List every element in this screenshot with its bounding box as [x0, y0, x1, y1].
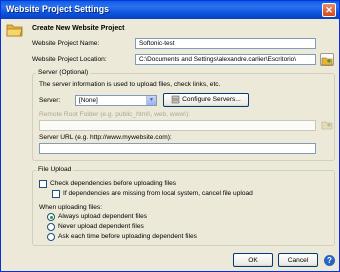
radio-never-label: Never upload dependent files — [58, 223, 144, 230]
server-group-label: Server (Optional) — [36, 69, 91, 76]
header-title: Create New Website Project — [32, 25, 125, 32]
help-icon[interactable]: ? — [324, 255, 335, 266]
configure-servers-button[interactable]: Configure Servers... — [163, 93, 249, 107]
radio-ask-label: Ask each time before uploading dependent… — [58, 233, 197, 240]
project-name-field[interactable]: Softonic-test — [135, 38, 316, 49]
title-bar[interactable]: Website Project Settings ✕ — [1, 1, 339, 19]
server-url-field[interactable] — [39, 143, 316, 154]
radio-ask-each-time[interactable] — [47, 233, 55, 241]
ok-button[interactable]: OK — [233, 253, 273, 267]
radio-never-upload[interactable] — [47, 223, 55, 231]
folder-icon — [6, 24, 23, 37]
browse-remote-button[interactable] — [320, 119, 334, 132]
remote-root-label: Remote Root Folder (e.g. public_html\, w… — [39, 111, 190, 118]
radio-always-label: Always upload dependent files — [58, 213, 148, 220]
server-url-label: Server URL (e.g. http://www.mywebsite.co… — [39, 134, 172, 141]
server-select[interactable]: [None] ▼ — [75, 95, 157, 106]
project-name-label: Website Project Name: — [32, 40, 100, 47]
window-title: Website Project Settings — [6, 4, 109, 14]
cancel-button[interactable]: Cancel — [278, 253, 318, 267]
server-icon — [171, 95, 180, 104]
configure-servers-label: Configure Servers... — [182, 96, 241, 103]
server-info-text: The server information is used to upload… — [39, 81, 221, 88]
file-upload-group-label: File Upload — [36, 166, 74, 173]
folder-browse-icon — [321, 57, 333, 66]
radio-always-upload[interactable] — [47, 213, 55, 221]
browse-location-button[interactable] — [320, 53, 334, 66]
cancel-missing-checkbox[interactable] — [52, 190, 60, 198]
cancel-missing-label: If dependencies are missing from local s… — [63, 190, 253, 197]
when-uploading-label: When uploading files: — [39, 204, 103, 211]
folder-browse-icon — [321, 121, 333, 130]
project-location-label: Website Project Location: — [32, 56, 107, 63]
server-label: Server: — [39, 97, 61, 104]
project-location-field[interactable]: C:\Documents and Settings\alexandre.carl… — [135, 54, 316, 65]
check-dependencies-label: Check dependencies before uploading file… — [50, 180, 177, 187]
check-dependencies-checkbox[interactable] — [39, 180, 47, 188]
close-button[interactable]: ✕ — [322, 3, 336, 17]
remote-root-field[interactable] — [39, 120, 316, 131]
chevron-down-icon[interactable]: ▼ — [146, 96, 156, 105]
server-select-value: [None] — [79, 97, 98, 104]
dialog-window: Website Project Settings ✕ Create New We… — [0, 0, 340, 272]
